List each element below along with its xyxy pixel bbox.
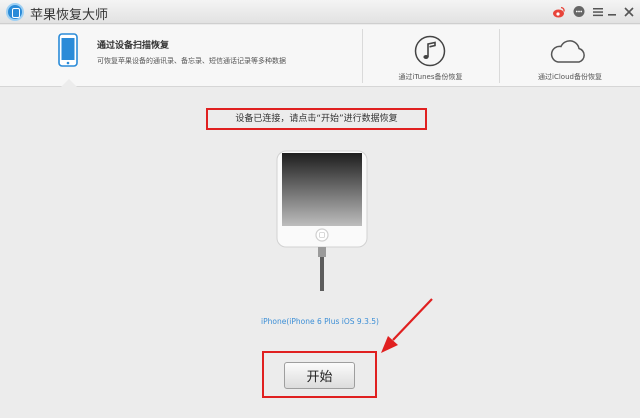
app-logo-icon xyxy=(6,3,24,21)
device-model-label: iPhone(iPhone 6 Plus iOS 9.3.5) xyxy=(261,317,379,326)
tab-itunes-label: 通过iTunes备份恢复 xyxy=(398,73,463,81)
tab-itunes-backup[interactable]: 通过iTunes备份恢复 xyxy=(363,25,498,87)
tab-icloud-label: 通过iCloud备份恢复 xyxy=(538,73,602,81)
chat-icon[interactable] xyxy=(572,5,586,19)
title-bar: 苹果恢复大师 xyxy=(0,0,640,24)
minimize-icon[interactable] xyxy=(605,5,619,19)
tab-icloud-backup[interactable]: 通过iCloud备份恢复 xyxy=(500,25,640,87)
tab-device-scan-title: 通过设备扫描恢复 xyxy=(97,41,170,51)
close-icon[interactable] xyxy=(622,5,636,19)
recovery-mode-tabs: 通过设备扫描恢复 可恢复苹果设备的通讯录、备忘录、短信通话记录等多种数据 通过i… xyxy=(0,25,640,87)
connection-status-message: 设备已连接，请点击“开始”进行数据恢复 xyxy=(206,108,427,130)
weibo-icon[interactable] xyxy=(552,5,566,19)
music-note-icon xyxy=(414,35,446,67)
active-tab-indicator xyxy=(61,79,77,87)
connected-iphone-image xyxy=(276,150,368,291)
start-button-highlight: 开始 xyxy=(262,351,377,398)
start-button[interactable]: 开始 xyxy=(284,362,355,389)
tab-device-scan-description: 可恢复苹果设备的通讯录、备忘录、短信通话记录等多种数据 xyxy=(97,57,286,65)
phone-icon xyxy=(58,33,78,67)
menu-icon[interactable] xyxy=(591,5,605,19)
window-title: 苹果恢复大师 xyxy=(30,8,109,23)
tab-device-scan[interactable]: 通过设备扫描恢复 可恢复苹果设备的通讯录、备忘录、短信通话记录等多种数据 xyxy=(0,25,360,87)
cloud-icon xyxy=(550,40,585,63)
